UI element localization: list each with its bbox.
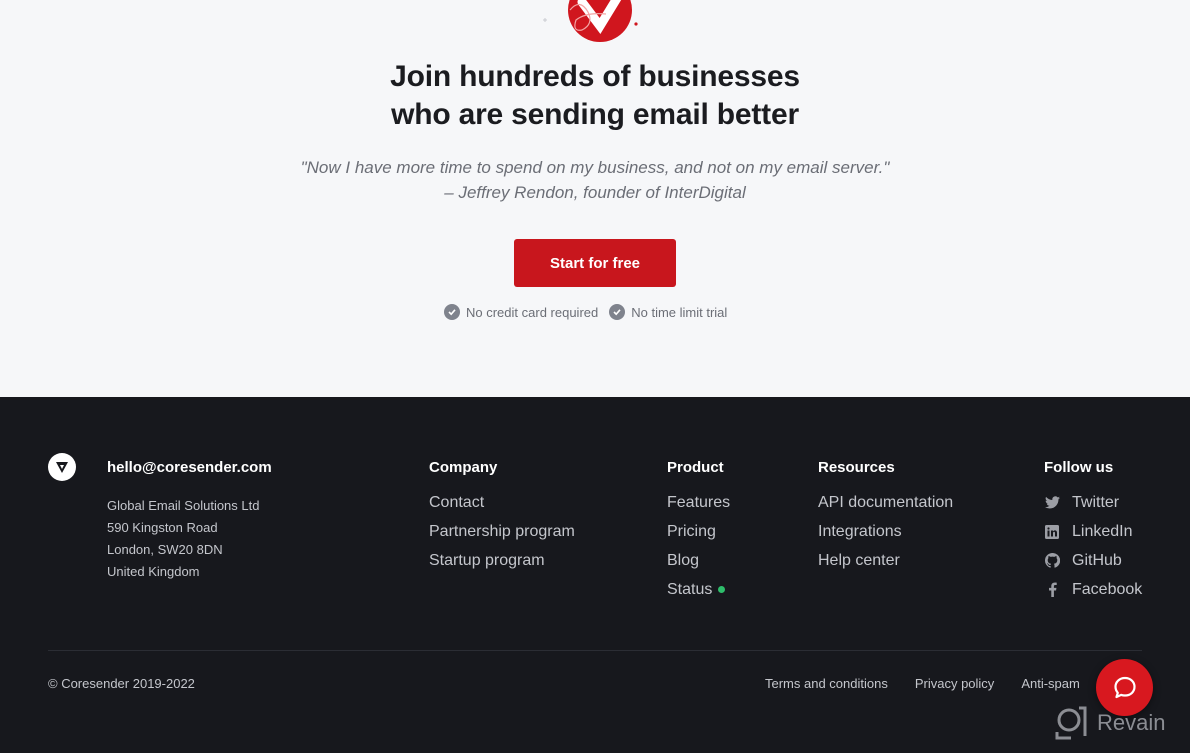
social-link-github[interactable]: GitHub [1044,546,1142,575]
revain-label: Revain [1097,710,1166,735]
start-for-free-button[interactable]: Start for free [514,239,676,287]
footer-column-product: Product Features Pricing Blog Status [667,459,730,611]
footer-link-status[interactable]: Status [667,575,730,604]
column-heading: Follow us [1044,459,1114,476]
legal-links: Terms and conditions Privacy policy Anti… [765,676,1080,691]
cta-section: Join hundreds of businesses who are send… [0,0,1190,397]
social-label: Twitter [1072,494,1120,511]
address-line: London, SW20 8DN [107,542,223,557]
cta-title: Join hundreds of businesses who are send… [0,58,1190,134]
copyright-text: © Coresender 2019-2022 [48,676,195,691]
social-label: Facebook [1072,581,1143,598]
perk-item: No credit card required [444,304,598,320]
column-heading: Resources [818,459,895,476]
anti-spam-link[interactable]: Anti-spam [1021,676,1080,691]
social-link-twitter[interactable]: Twitter [1044,488,1142,517]
address-line: United Kingdom [107,564,200,579]
revain-watermark: Revain [1055,706,1165,740]
social-link-linkedin[interactable]: LinkedIn [1044,517,1142,546]
github-icon [1044,553,1060,569]
footer: hello@coresender.com Global Email Soluti… [0,397,1190,753]
status-label: Status [667,581,713,598]
footer-link-pricing[interactable]: Pricing [667,517,730,546]
footer-link-startup[interactable]: Startup program [429,546,575,575]
column-heading: Product [667,459,724,476]
linkedin-icon [1044,524,1060,540]
company-address: Global Email Solutions Ltd 590 Kingston … [107,495,259,583]
hero-logo-icon [543,0,638,42]
perk-label: No time limit trial [631,304,728,320]
perks-list: No credit card required No time limit tr… [444,304,727,320]
footer-link-help-center[interactable]: Help center [818,546,953,575]
social-label: GitHub [1072,552,1122,569]
twitter-icon [1044,495,1060,511]
column-heading: Company [429,459,498,476]
chat-bubble-icon [1113,676,1136,698]
perk-label: No credit card required [466,304,599,320]
coresender-logo-icon[interactable] [48,453,76,481]
check-circle-icon [609,304,626,320]
facebook-icon [1044,582,1060,598]
revain-logo-icon [1055,706,1087,740]
footer-column-resources: Resources API documentation Integrations… [818,459,953,582]
social-label: LinkedIn [1072,523,1133,540]
check-circle-icon [444,304,460,320]
address-line: 590 Kingston Road [107,520,218,535]
perk-item: No time limit trial [609,304,727,320]
testimonial-quote: "Now I have more time to spend on my bus… [300,158,890,177]
contact-email-link[interactable]: hello@coresender.com [107,459,272,476]
address-line: Global Email Solutions Ltd [107,498,260,513]
footer-column-company: Company Contact Partnership program Star… [429,459,575,582]
testimonial-attribution: – Jeffrey Rendon, founder of InterDigita… [444,183,746,202]
status-indicator-dot [718,586,726,593]
privacy-link[interactable]: Privacy policy [915,676,994,691]
cta-title-line1: Join hundreds of businesses [390,60,800,93]
social-link-facebook[interactable]: Facebook [1044,575,1142,604]
footer-link-partnership[interactable]: Partnership program [429,517,575,546]
footer-column-follow: Follow us Twitter LinkedIn GitHub Facebo… [1044,459,1142,611]
footer-divider [48,650,1142,651]
terms-link[interactable]: Terms and conditions [765,676,888,691]
footer-link-integrations[interactable]: Integrations [818,517,953,546]
testimonial: "Now I have more time to spend on my bus… [0,155,1190,205]
footer-link-contact[interactable]: Contact [429,488,575,517]
cta-title-line2: who are sending email better [391,98,799,131]
footer-link-api-docs[interactable]: API documentation [818,488,953,517]
footer-link-blog[interactable]: Blog [667,546,730,575]
footer-link-features[interactable]: Features [667,488,730,517]
